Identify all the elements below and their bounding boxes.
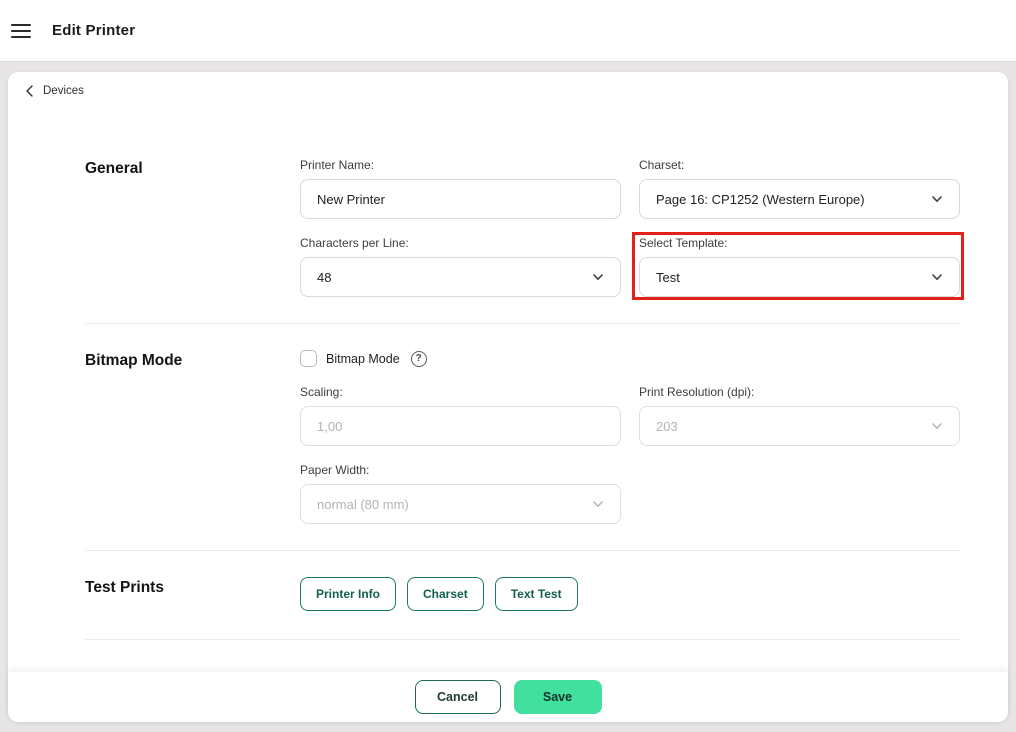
chevron-down-icon [932,196,942,202]
printer-name-input-wrap [300,179,621,219]
text-test-button[interactable]: Text Test [494,577,578,611]
bitmap-mode-checkbox[interactable] [300,350,317,367]
chevron-down-icon [932,274,942,280]
print-resolution-label: Print Resolution (dpi): [639,385,755,399]
form-footer: Cancel Save [8,672,1008,722]
section-general: General Printer Name: Charset: Page 16: … [85,116,964,324]
field-select-template: Select Template: Test [632,232,964,300]
chevron-down-icon [932,423,942,429]
hamburger-menu-icon[interactable] [11,23,31,38]
back-to-devices-link[interactable]: Devices [24,85,84,97]
save-button[interactable]: Save [513,680,602,714]
characters-per-line-label: Characters per Line: [300,236,409,250]
page-title: Edit Printer [52,22,136,39]
charset-select-value: Page 16: CP1252 (Western Europe) [656,191,865,207]
printer-info-button[interactable]: Printer Info [300,577,397,611]
field-printer-name: Printer Name: [300,158,621,219]
paper-width-label: Paper Width: [300,463,370,477]
charset-test-button[interactable]: Charset [407,577,484,611]
print-resolution-value: 203 [656,418,678,434]
printer-name-label: Printer Name: [300,158,375,172]
back-link-label: Devices [43,85,84,97]
chevron-down-icon [593,274,603,280]
charset-label: Charset: [639,158,685,172]
paper-width-select: normal (80 mm) [300,484,621,524]
select-template-value: Test [656,269,680,285]
characters-per-line-select[interactable]: 48 [300,257,621,297]
charset-select[interactable]: Page 16: CP1252 (Western Europe) [639,179,960,219]
paper-width-value: normal (80 mm) [317,496,409,512]
cancel-button[interactable]: Cancel [414,680,501,714]
print-resolution-select: 203 [639,406,960,446]
section-general-title: General [85,160,143,177]
printer-form: General Printer Name: Charset: Page 16: … [85,116,964,640]
top-bar: Edit Printer [0,0,1016,62]
field-print-resolution: Print Resolution (dpi): 203 [639,385,960,446]
bitmap-mode-checkbox-label: Bitmap Mode [326,351,400,366]
characters-per-line-value: 48 [317,269,332,285]
section-bitmap-mode: Bitmap Mode Bitmap Mode ? Scaling: 1,00 … [85,324,960,551]
section-bitmap-title: Bitmap Mode [85,352,183,369]
section-test-prints-title: Test Prints [85,579,164,596]
scaling-input [317,418,604,434]
chevron-down-icon [593,501,603,507]
help-icon[interactable]: ? [410,350,427,367]
field-charset: Charset: Page 16: CP1252 (Western Europe… [639,158,960,219]
field-scaling: Scaling: [300,385,621,446]
edit-printer-card: Devices General Printer Name: Charset: P… [8,72,1008,722]
field-characters-per-line: Characters per Line: 48 [300,236,621,297]
select-template-label: Select Template: [639,236,728,250]
field-paper-width: Paper Width: normal (80 mm) [300,463,621,524]
scaling-input-wrap [300,406,621,446]
scaling-label: Scaling: [300,385,343,399]
chevron-left-icon [26,85,33,97]
section-test-prints: Test Prints Printer Info Charset Text Te… [85,551,960,640]
select-template-select[interactable]: Test [639,257,960,297]
printer-name-input[interactable] [317,191,604,207]
bitmap-mode-checkbox-row: Bitmap Mode ? [300,350,960,367]
